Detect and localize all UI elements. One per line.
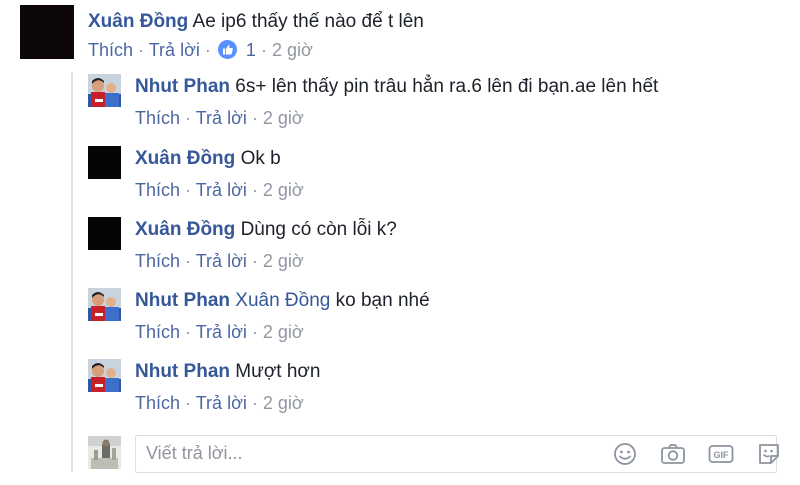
like-link[interactable]: Thích — [135, 108, 180, 128]
comment-actions: Thích · Trả lời · 2 giờ — [135, 251, 304, 272]
comment-text: 6s+ lên thấy pin trâu hẳn ra.6 lên đi bạ… — [235, 76, 659, 97]
separator: · — [204, 40, 211, 60]
timestamp[interactable]: 2 giờ — [272, 40, 313, 60]
separator: · — [251, 251, 258, 271]
reply-comment: Nhut Phan Xuân Đồng ko bạn nhé Thích · T… — [88, 288, 788, 348]
reaction-count[interactable]: 1 — [246, 40, 256, 60]
comment-body: Nhut Phan Xuân Đồng ko bạn nhé — [135, 290, 430, 312]
sticker-icon[interactable] — [755, 441, 783, 467]
timestamp[interactable]: 2 giờ — [263, 251, 304, 271]
timestamp[interactable]: 2 giờ — [263, 322, 304, 342]
comment-actions: Thích · Trả lời · 2 giờ — [135, 393, 304, 414]
separator: · — [185, 108, 192, 128]
gif-icon[interactable]: GIF — [707, 441, 735, 467]
current-user-avatar — [88, 436, 121, 469]
separator: · — [260, 40, 267, 60]
reply-link[interactable]: Trả lời — [196, 180, 247, 200]
reply-input-placeholder: Viết trả lời... — [146, 443, 243, 463]
reply-thread-line — [71, 72, 73, 472]
separator: · — [251, 108, 258, 128]
avatar[interactable] — [88, 217, 121, 250]
timestamp[interactable]: 2 giờ — [263, 393, 304, 413]
avatar[interactable] — [88, 146, 121, 179]
separator: · — [185, 322, 192, 342]
separator: · — [251, 180, 258, 200]
reply-link[interactable]: Trả lời — [196, 251, 247, 271]
timestamp[interactable]: 2 giờ — [263, 108, 304, 128]
like-link[interactable]: Thích — [88, 40, 133, 60]
comment-text: Mượt hơn — [235, 361, 321, 382]
reply-comment: Xuân Đồng Dùng có còn lỗi k? Thích · Trả… — [88, 217, 788, 277]
author-name-link[interactable]: Xuân Đồng — [135, 219, 235, 240]
like-link[interactable]: Thích — [135, 180, 180, 200]
reply-link[interactable]: Trả lời — [196, 108, 247, 128]
reply-link[interactable]: Trả lời — [196, 393, 247, 413]
separator: · — [138, 40, 145, 60]
author-name-link[interactable]: Nhut Phan — [135, 290, 230, 311]
mention-link[interactable]: Xuân Đồng — [235, 290, 330, 311]
comment-body: Nhut Phan 6s+ lên thấy pin trâu hẳn ra.6… — [135, 76, 658, 98]
like-link[interactable]: Thích — [135, 393, 180, 413]
comment-body: Xuân Đồng Ok b — [135, 148, 281, 170]
reply-composer: Viết trả lời... GIF — [88, 435, 788, 473]
reply-input[interactable]: Viết trả lời... GIF — [135, 435, 779, 473]
reply-comment: Nhut Phan Mượt hơn Thích · Trả lời · 2 g… — [88, 359, 788, 419]
svg-text:GIF: GIF — [714, 450, 730, 460]
separator: · — [251, 393, 258, 413]
comment-text: Ae ip6 thấy thế nào để t lên — [192, 11, 424, 32]
avatar[interactable] — [88, 359, 121, 392]
separator: · — [185, 251, 192, 271]
comment-actions: Thích · Trả lời · 1 · 2 giờ — [88, 40, 313, 61]
emoji-icon[interactable] — [611, 441, 639, 467]
comment-body: Nhut Phan Mượt hơn — [135, 361, 320, 383]
like-link[interactable]: Thích — [135, 251, 180, 271]
reply-link[interactable]: Trả lời — [196, 322, 247, 342]
reply-comment: Xuân Đồng Ok b Thích · Trả lời · 2 giờ — [88, 146, 788, 206]
author-name-link[interactable]: Nhut Phan — [135, 361, 230, 382]
comment-actions: Thích · Trả lời · 2 giờ — [135, 322, 304, 343]
separator: · — [251, 322, 258, 342]
like-link[interactable]: Thích — [135, 322, 180, 342]
comment-text: Ok b — [240, 148, 281, 169]
avatar[interactable] — [20, 5, 74, 59]
author-name-link[interactable]: Nhut Phan — [135, 76, 230, 97]
separator: · — [185, 180, 192, 200]
main-comment: Xuân Đồng Ae ip6 thấy thế nào để t lên T… — [20, 5, 790, 65]
separator: · — [185, 393, 192, 413]
comment-text: ko bạn nhé — [335, 290, 430, 311]
comment-body: Xuân Đồng Dùng có còn lỗi k? — [135, 219, 397, 241]
author-name-link[interactable]: Xuân Đồng — [135, 148, 235, 169]
comment-actions: Thích · Trả lời · 2 giờ — [135, 180, 304, 201]
comment-actions: Thích · Trả lời · 2 giờ — [135, 108, 304, 129]
avatar[interactable] — [88, 74, 121, 107]
avatar[interactable] — [88, 288, 121, 321]
reply-link[interactable]: Trả lời — [149, 40, 200, 60]
timestamp[interactable]: 2 giờ — [263, 180, 304, 200]
reply-comment: Nhut Phan 6s+ lên thấy pin trâu hẳn ra.6… — [88, 74, 788, 134]
comment-body: Xuân Đồng Ae ip6 thấy thế nào để t lên — [88, 11, 424, 33]
like-reaction-icon[interactable] — [217, 40, 237, 59]
camera-icon[interactable] — [659, 441, 687, 467]
author-name-link[interactable]: Xuân Đồng — [88, 11, 188, 32]
comment-text: Dùng có còn lỗi k? — [240, 219, 397, 240]
